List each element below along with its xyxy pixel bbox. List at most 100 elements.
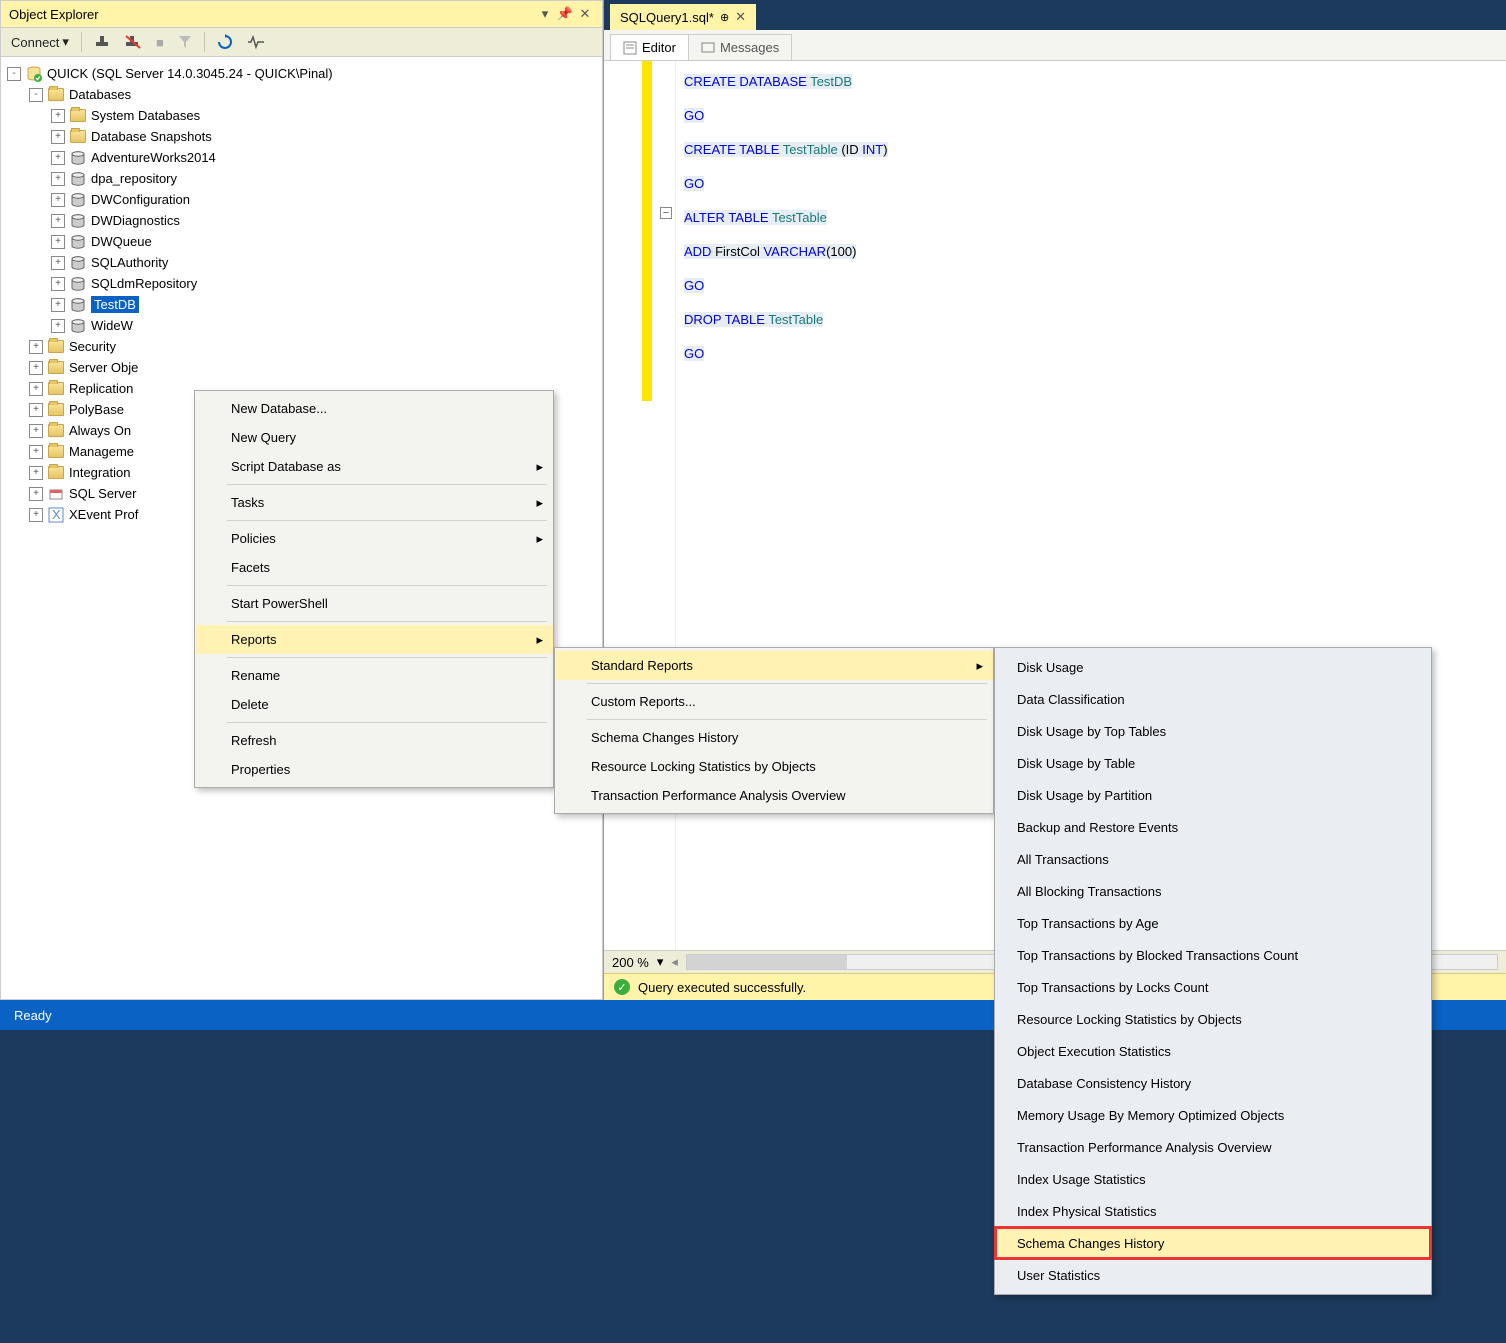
stop-button[interactable]: ■ — [152, 33, 168, 52]
tree-item[interactable]: +Database Snapshots — [5, 126, 598, 147]
expand-icon[interactable]: + — [51, 256, 65, 270]
tab-messages[interactable]: Messages — [688, 34, 792, 60]
tree-item[interactable]: +TestDB — [5, 294, 598, 315]
menu-item[interactable]: Backup and Restore Events — [995, 811, 1431, 843]
pin-icon[interactable]: ⊕ — [720, 11, 729, 24]
reports-submenu[interactable]: Standard Reports▸ Custom Reports... Schema… — [554, 647, 994, 814]
standard-reports-submenu[interactable]: Disk UsageData ClassificationDisk Usage … — [994, 647, 1432, 1295]
menu-item[interactable]: Reports▸ — [195, 625, 553, 654]
expand-icon[interactable]: + — [29, 361, 43, 375]
tree-item[interactable]: +DWDiagnostics — [5, 210, 598, 231]
menu-item[interactable]: Index Physical Statistics — [995, 1195, 1431, 1227]
expand-icon[interactable]: + — [51, 214, 65, 228]
tree-item[interactable]: +SQLAuthority — [5, 252, 598, 273]
menu-item[interactable]: Top Transactions by Locks Count — [995, 971, 1431, 1003]
activity-button[interactable] — [243, 33, 269, 51]
zoom-dropdown-icon[interactable]: ▾ — [657, 954, 664, 970]
tree-item[interactable]: +DWQueue — [5, 231, 598, 252]
tree-item[interactable]: +Server Obje — [5, 357, 598, 378]
zoom-level[interactable]: 200 % — [612, 955, 649, 970]
expand-icon[interactable]: + — [29, 382, 43, 396]
tab-editor[interactable]: Editor — [610, 34, 689, 60]
menu-item[interactable]: All Blocking Transactions — [995, 875, 1431, 907]
expand-icon[interactable]: + — [51, 193, 65, 207]
tree-item[interactable]: +System Databases — [5, 105, 598, 126]
connect-button[interactable]: Connect▾ — [7, 32, 73, 52]
disconnect-all-button[interactable] — [120, 32, 146, 52]
menu-item[interactable]: Disk Usage by Table — [995, 747, 1431, 779]
filter-button[interactable] — [174, 33, 196, 51]
dropdown-icon[interactable]: ▾ — [536, 5, 554, 23]
tree-item[interactable]: +AdventureWorks2014 — [5, 147, 598, 168]
fold-icon[interactable]: − — [660, 207, 672, 219]
menu-item[interactable]: Schema Changes History — [555, 723, 993, 752]
menu-item[interactable]: Schema Changes History — [995, 1227, 1431, 1259]
tree-item[interactable]: +Security — [5, 336, 598, 357]
tree-item[interactable]: +SQLdmRepository — [5, 273, 598, 294]
expand-icon[interactable]: + — [29, 508, 43, 522]
expand-icon[interactable]: + — [51, 319, 65, 333]
menu-item[interactable]: New Database... — [195, 394, 553, 423]
code-line[interactable]: CREATE TABLE TestTable (ID INT) — [684, 133, 888, 167]
code-line[interactable]: CREATE DATABASE TestDB — [684, 65, 888, 99]
menu-item[interactable]: Refresh — [195, 726, 553, 755]
doc-tab-sqlquery1[interactable]: SQLQuery1.sql* ⊕ ✕ — [610, 4, 756, 30]
menu-item[interactable]: Transaction Performance Analysis Overvie… — [995, 1131, 1431, 1163]
expand-icon[interactable]: + — [51, 130, 65, 144]
menu-item[interactable]: Policies▸ — [195, 524, 553, 553]
menu-item[interactable]: Top Transactions by Age — [995, 907, 1431, 939]
expand-icon[interactable]: + — [51, 235, 65, 249]
menu-item[interactable]: Tasks▸ — [195, 488, 553, 517]
expand-icon[interactable]: + — [29, 403, 43, 417]
expand-icon[interactable]: + — [29, 466, 43, 480]
menu-item[interactable]: Data Classification — [995, 683, 1431, 715]
menu-item[interactable]: Script Database as▸ — [195, 452, 553, 481]
code-content[interactable]: CREATE DATABASE TestDBGOCREATE TABLE Tes… — [676, 61, 896, 950]
menu-item[interactable]: User Statistics — [995, 1259, 1431, 1291]
menu-item[interactable]: Disk Usage by Partition — [995, 779, 1431, 811]
menu-item[interactable]: Properties — [195, 755, 553, 784]
menu-item[interactable]: Index Usage Statistics — [995, 1163, 1431, 1195]
collapse-icon[interactable]: - — [7, 67, 21, 81]
menu-item[interactable]: Disk Usage — [995, 651, 1431, 683]
disconnect-button[interactable] — [90, 32, 114, 52]
close-tab-icon[interactable]: ✕ — [735, 9, 746, 25]
tree-item[interactable]: +dpa_repository — [5, 168, 598, 189]
collapse-icon[interactable]: - — [29, 88, 43, 102]
menu-item[interactable]: New Query — [195, 423, 553, 452]
menu-item[interactable]: Transaction Performance Analysis Overvie… — [555, 781, 993, 810]
expand-icon[interactable]: + — [51, 277, 65, 291]
tree-item[interactable]: +WideW — [5, 315, 598, 336]
code-line[interactable]: GO — [684, 269, 888, 303]
menu-item[interactable]: Resource Locking Statistics by Objects — [555, 752, 993, 781]
code-line[interactable]: DROP TABLE TestTable — [684, 303, 888, 337]
expand-icon[interactable]: + — [29, 487, 43, 501]
menu-item[interactable]: Custom Reports... — [555, 687, 993, 716]
menu-item[interactable]: Memory Usage By Memory Optimized Objects — [995, 1099, 1431, 1131]
menu-item[interactable]: Facets — [195, 553, 553, 582]
tree-item[interactable]: +DWConfiguration — [5, 189, 598, 210]
expand-icon[interactable]: + — [29, 340, 43, 354]
pin-icon[interactable]: 📌 — [556, 5, 574, 23]
expand-icon[interactable]: + — [29, 424, 43, 438]
scroll-left-icon[interactable]: ◂ — [671, 954, 678, 970]
expand-icon[interactable]: + — [51, 151, 65, 165]
code-line[interactable]: GO — [684, 167, 888, 201]
code-line[interactable]: GO — [684, 337, 888, 371]
menu-item[interactable]: Delete — [195, 690, 553, 719]
menu-item[interactable]: Database Consistency History — [995, 1067, 1431, 1099]
expand-icon[interactable]: + — [51, 109, 65, 123]
menu-item[interactable]: All Transactions — [995, 843, 1431, 875]
menu-item[interactable]: Object Execution Statistics — [995, 1035, 1431, 1067]
close-icon[interactable]: ✕ — [576, 5, 594, 23]
tree-item[interactable]: -Databases — [5, 84, 598, 105]
menu-item[interactable]: Rename — [195, 661, 553, 690]
expand-icon[interactable]: + — [51, 172, 65, 186]
code-line[interactable]: GO — [684, 99, 888, 133]
menu-item[interactable]: Top Transactions by Blocked Transactions… — [995, 939, 1431, 971]
menu-item[interactable]: Standard Reports▸ — [555, 651, 993, 680]
code-line[interactable]: ADD FirstCol VARCHAR(100) — [684, 235, 888, 269]
menu-item[interactable]: Disk Usage by Top Tables — [995, 715, 1431, 747]
expand-icon[interactable]: + — [29, 445, 43, 459]
refresh-button[interactable] — [213, 32, 237, 52]
